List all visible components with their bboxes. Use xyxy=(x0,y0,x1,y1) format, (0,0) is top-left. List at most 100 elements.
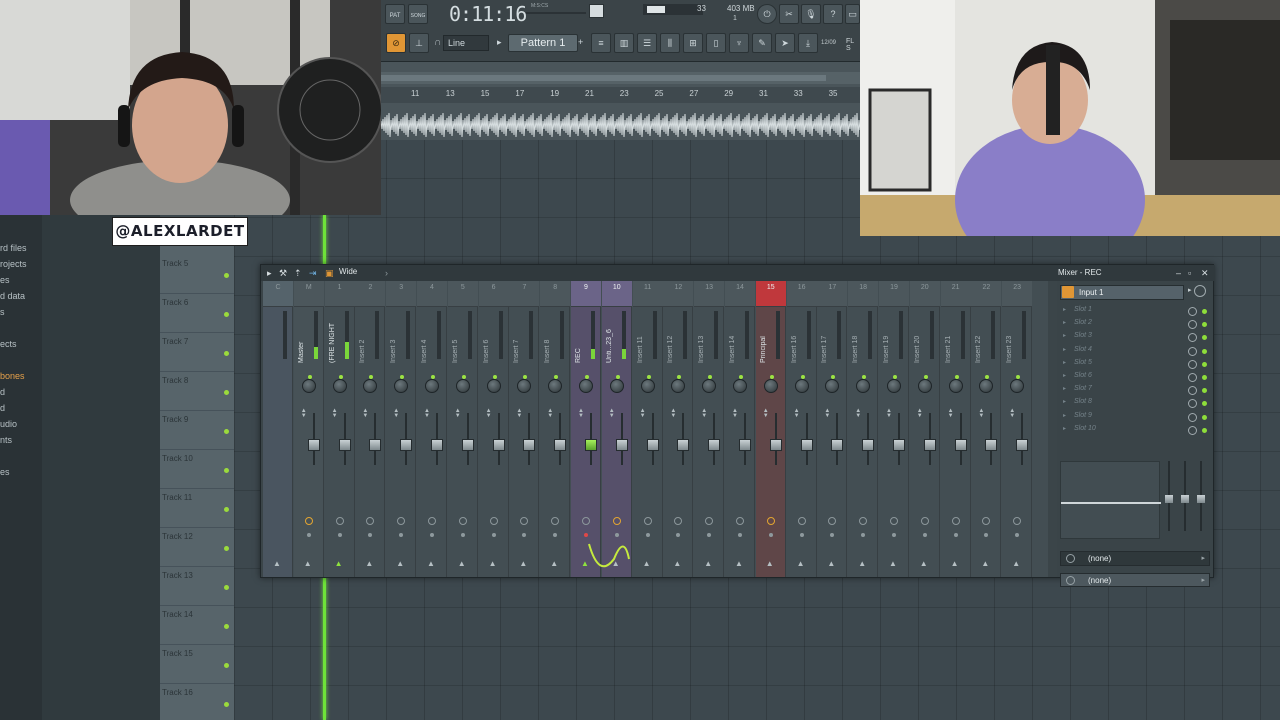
snap-select[interactable]: Line xyxy=(443,35,489,51)
effect-slot[interactable]: ▸ Slot 3 xyxy=(1060,331,1210,344)
volume-fader[interactable] xyxy=(677,439,690,451)
send-arrow-icon[interactable]: ▲ xyxy=(766,559,774,568)
fx-enable-led[interactable] xyxy=(304,517,313,525)
fx-enable-led[interactable] xyxy=(951,517,960,525)
fx-enable-led[interactable] xyxy=(920,517,929,525)
track-header[interactable]: Track 15 xyxy=(160,645,234,684)
pan-knob[interactable] xyxy=(332,375,347,393)
browser-item[interactable]: d xyxy=(0,387,5,397)
mixer-collapse-icon[interactable]: › xyxy=(385,268,388,278)
volume-fader[interactable] xyxy=(954,439,967,451)
track-header[interactable]: Track 16 xyxy=(160,684,234,720)
volume-fader[interactable] xyxy=(708,439,721,451)
track-enable-led[interactable] xyxy=(224,507,229,512)
pattern-mode-button[interactable]: PAT xyxy=(385,4,405,24)
stereo-separation-icon[interactable]: ▲ ▼ xyxy=(670,408,676,419)
effect-slot[interactable]: ▸ Slot 6 xyxy=(1060,371,1210,384)
slot-enable-led[interactable] xyxy=(1202,361,1207,367)
fx-enable-led[interactable] xyxy=(643,517,652,525)
send-arrow-icon[interactable]: ▲ xyxy=(981,559,989,568)
pan-knob[interactable] xyxy=(609,375,624,393)
browser-item[interactable]: es xyxy=(0,275,10,285)
mixer-window[interactable]: ▸ ⚒ ⇡ ⇥ ▣ Wide › Mixer - REC – ▫ ✕ C ▲ M Ma… xyxy=(260,264,1215,587)
volume-fader[interactable] xyxy=(338,439,351,451)
fx-enable-led[interactable] xyxy=(582,517,590,525)
output-select-1[interactable]: (none) ▸ xyxy=(1060,551,1210,566)
pattern-prev-icon[interactable]: ▸ xyxy=(497,37,502,48)
send-arrow-icon[interactable]: ▲ xyxy=(427,559,435,568)
mixer-icon[interactable]: ⫼ xyxy=(660,33,680,53)
fx-enable-led[interactable] xyxy=(520,517,529,525)
send-arrow-icon[interactable]: ▲ xyxy=(704,559,712,568)
send-arrow-icon[interactable]: ▲ xyxy=(550,559,558,568)
track-enable-led[interactable] xyxy=(224,429,229,434)
slot-enable-led[interactable] xyxy=(1202,388,1207,394)
record-arm-dot[interactable] xyxy=(707,533,712,537)
effect-slot[interactable]: ▸ Slot 10 xyxy=(1060,424,1210,437)
slot-mix-knob[interactable] xyxy=(1188,346,1197,356)
stereo-separation-icon[interactable]: ▲ ▼ xyxy=(424,408,430,419)
mixer-strip[interactable]: 12 Insert 12 ▲ ▼ ▲ xyxy=(663,281,694,577)
slot-mix-knob[interactable] xyxy=(1188,373,1197,382)
browser-item[interactable]: bones xyxy=(0,371,25,381)
link-icon[interactable]: ⊘ xyxy=(386,33,406,53)
window-icon[interactable]: ▭ xyxy=(845,4,860,24)
minimize-icon[interactable]: – xyxy=(1176,268,1181,278)
slot-enable-led[interactable] xyxy=(1202,375,1207,380)
record-arm-dot[interactable] xyxy=(368,533,373,537)
send-arrow-icon[interactable]: ▲ xyxy=(797,559,805,568)
track-header[interactable]: Track 5 xyxy=(160,255,234,294)
record-arm-dot[interactable] xyxy=(1015,533,1020,537)
stereo-separation-icon[interactable]: ▲ ▼ xyxy=(794,408,800,419)
slot-mix-knob[interactable] xyxy=(1188,333,1197,343)
track-enable-led[interactable] xyxy=(224,351,229,356)
mixer-menu-icon[interactable]: ▸ xyxy=(267,268,272,279)
stamp-icon[interactable]: ⊥ xyxy=(409,33,429,53)
send-arrow-icon[interactable]: ▲ xyxy=(858,559,866,568)
fx-enable-led[interactable] xyxy=(766,517,775,525)
send-arrow-icon[interactable]: ▲ xyxy=(827,559,835,568)
volume-fader[interactable] xyxy=(1016,439,1029,451)
browser-item[interactable]: d data xyxy=(0,291,25,301)
track-header[interactable]: Track 14 xyxy=(160,606,234,645)
slot-mix-knob[interactable] xyxy=(1188,386,1197,396)
slot-enable-led[interactable] xyxy=(1202,348,1207,354)
input-dropdown-icon[interactable]: ▸ xyxy=(1188,286,1192,294)
browser-item[interactable]: udio xyxy=(0,419,17,429)
mixer-strip[interactable]: 22 Insert 22 ▲ ▼ ▲ xyxy=(971,281,1002,577)
record-arm-dot[interactable] xyxy=(430,533,434,537)
fx-enable-led[interactable] xyxy=(397,517,406,525)
track-enable-led[interactable] xyxy=(224,702,229,707)
pan-knob[interactable] xyxy=(486,375,501,393)
mixer-strip[interactable]: 6 Insert 6 ▲ ▼ ▲ xyxy=(478,281,509,577)
pan-knob[interactable] xyxy=(671,375,686,393)
stereo-separation-icon[interactable]: ▲ ▼ xyxy=(609,408,615,419)
track-header[interactable]: Track 10 xyxy=(160,450,234,489)
playlist-scroll-thumb[interactable] xyxy=(381,75,826,81)
fx-enable-led[interactable] xyxy=(489,517,498,525)
browser-item[interactable]: es xyxy=(0,467,10,477)
mixer-strip[interactable]: 14 Insert 14 ▲ ▼ ▲ xyxy=(725,281,755,577)
volume-fader[interactable] xyxy=(739,439,751,451)
mixer-strip[interactable]: 17 Insert 17 ▲ ▼ ▲ xyxy=(817,281,848,577)
send-arrow-icon[interactable]: ▲ xyxy=(458,559,466,568)
pan-knob[interactable] xyxy=(640,375,655,393)
effect-slot[interactable]: ▸ Slot 2 xyxy=(1060,318,1210,331)
browser-item[interactable]: ects xyxy=(0,339,17,349)
browser-item[interactable]: s xyxy=(0,307,5,317)
stereo-separation-icon[interactable]: ▲ ▼ xyxy=(578,408,584,419)
mixer-strip[interactable]: 20 Insert 20 ▲ ▼ ▲ xyxy=(909,281,940,577)
browser-item[interactable]: rd files xyxy=(0,243,27,253)
fx-enable-led[interactable] xyxy=(797,517,806,525)
pan-knob[interactable] xyxy=(825,375,840,393)
volume-fader[interactable] xyxy=(800,439,813,451)
fx-enable-led[interactable] xyxy=(551,517,560,525)
help-icon[interactable]: ? xyxy=(823,4,843,24)
track-header[interactable]: Track 8 xyxy=(160,372,234,411)
volume-fader[interactable] xyxy=(461,439,474,451)
pan-knob[interactable] xyxy=(301,375,316,393)
volume-fader[interactable] xyxy=(523,439,536,451)
slot-mix-knob[interactable] xyxy=(1188,307,1197,316)
download-icon[interactable]: ⤓ xyxy=(798,33,818,53)
mixer-strip[interactable]: 1 (FRE NIGHT ▲ ▼ ▲ xyxy=(324,281,355,577)
